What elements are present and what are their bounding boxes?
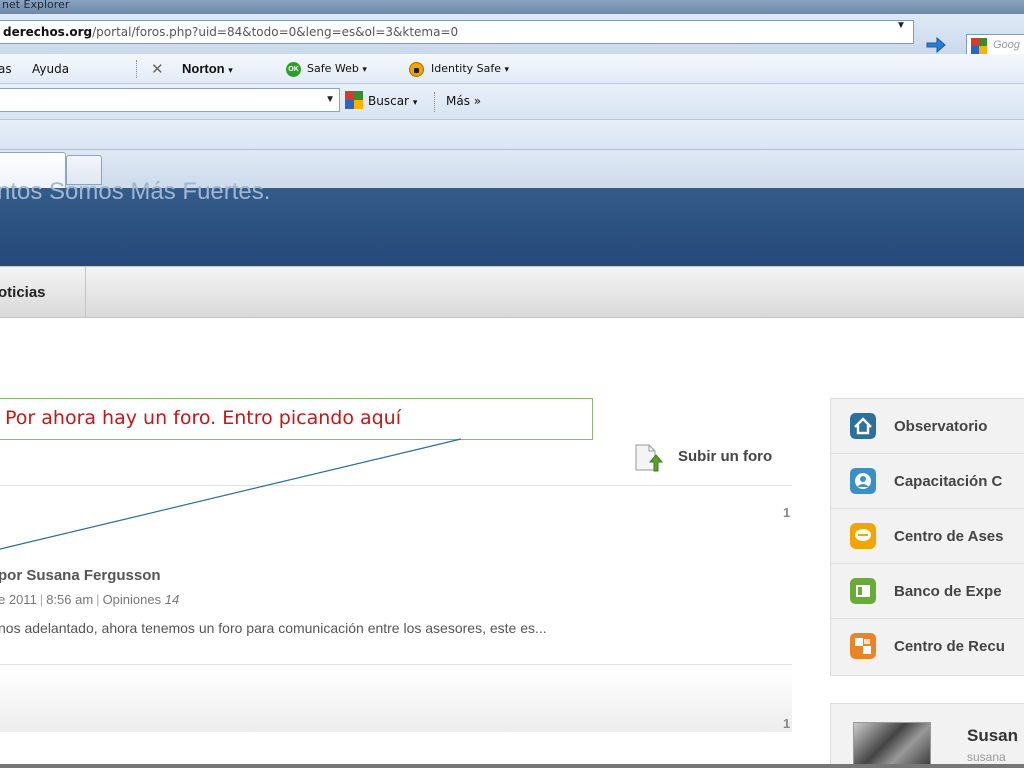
post-author-link[interactable]: por Susana Fergusson [0, 567, 161, 584]
favorites-bar [0, 120, 1024, 150]
person-icon [850, 468, 876, 494]
divider [0, 664, 792, 665]
sidebar-item-banco-experiencias[interactable]: Banco de Expe [831, 564, 1024, 619]
mas-button[interactable]: Más » [446, 94, 481, 108]
sidebar-item-label: Centro de Recu [894, 638, 1005, 655]
sidebar-item-centro-recursos[interactable]: Centro de Recu [831, 619, 1024, 674]
google-buscar-icon[interactable] [345, 91, 363, 109]
toolbar-separator [136, 60, 140, 78]
menu-item-ayuda[interactable]: Ayuda [32, 62, 69, 76]
topic-count: 1 [783, 716, 791, 731]
sidebar-item-label: Observatorio [894, 418, 988, 435]
topic-count: 1 [783, 505, 791, 520]
resources-icon [850, 633, 876, 659]
sidebar-item-label: Centro de Ases [894, 528, 1004, 545]
menu-bar: as Ayuda ✕ Norton ▾ OK Safe Web ▾ Identi… [0, 54, 1024, 84]
divider [0, 485, 792, 486]
nav-item-noticias[interactable]: oticias [0, 267, 86, 318]
banner-slogan: ntos Somos Más Fuertes. [0, 178, 271, 205]
site-banner: ntos Somos Más Fuertes. [0, 178, 1024, 266]
safe-web-menu[interactable]: Safe Web ▾ [307, 62, 367, 75]
book-icon [850, 578, 876, 604]
toolbar-search-input[interactable]: ▼ [0, 88, 340, 112]
sidebar-item-label: Capacitación C [894, 473, 1003, 490]
topic-row[interactable] [0, 668, 792, 732]
google-icon [971, 38, 987, 54]
sidebar-item-label: Banco de Expe [894, 583, 1002, 600]
norton-menu[interactable]: Norton ▾ [182, 61, 233, 76]
buscar-button[interactable]: Buscar ▾ [368, 94, 417, 108]
upload-icon[interactable] [633, 444, 663, 472]
annotation-callout: Por ahora hay un foro. Entro picando aqu… [0, 398, 593, 440]
post-excerpt[interactable]: nos adelantado, ahora tenemos un foro pa… [0, 620, 547, 636]
toolbar-separator [434, 92, 435, 112]
avatar [853, 722, 931, 768]
search-placeholder: Goog [993, 39, 1020, 51]
google-toolbar: ▼ Buscar ▾ Más » [0, 84, 1024, 120]
identity-safe-icon [409, 62, 424, 77]
close-toolbar-icon[interactable]: ✕ [151, 60, 164, 78]
sidebar-item-capacitacion[interactable]: Capacitación C [831, 454, 1024, 509]
window-title: net Explorer [2, 0, 70, 11]
go-arrow-icon[interactable] [924, 34, 948, 56]
menu-item-herramientas[interactable]: as [0, 62, 12, 76]
identity-safe-menu[interactable]: Identity Safe ▾ [431, 62, 509, 75]
site-navbar: oticias [0, 266, 1024, 318]
search-dropdown-icon[interactable]: ▼ [325, 94, 335, 105]
sidebar-item-observatorio[interactable]: Observatorio [831, 399, 1024, 454]
title-bar: net Explorer [0, 0, 1024, 14]
annotation-text: Por ahora hay un foro. Entro picando aqu… [5, 407, 402, 429]
profile-username: susana [967, 750, 1006, 764]
post-meta: e 2011 | 8:56 am | Opiniones 14 [0, 592, 180, 607]
nav-item-label: oticias [0, 284, 46, 301]
chat-icon [850, 523, 876, 549]
home-icon [850, 413, 876, 439]
address-dropdown-icon[interactable]: ▼ [896, 20, 906, 31]
address-url: derechos.org/portal/foros.php?uid=84&tod… [3, 25, 459, 39]
user-profile-card[interactable]: Susan susana [830, 703, 1024, 768]
sidebar-menu: Observatorio Capacitación C Centro de As… [830, 398, 1024, 676]
browser-window: net Explorer derechos.org/portal/foros.p… [0, 0, 1024, 768]
address-row: derechos.org/portal/foros.php?uid=84&tod… [0, 14, 1024, 58]
profile-name: Susan [967, 726, 1019, 745]
sidebar-item-centro-asesoria[interactable]: Centro de Ases [831, 509, 1024, 564]
window-bottom-edge [0, 764, 1024, 768]
upload-forum-link[interactable]: Subir un foro [678, 448, 772, 465]
address-bar[interactable]: derechos.org/portal/foros.php?uid=84&tod… [0, 20, 914, 44]
safe-web-icon: OK [286, 62, 301, 77]
